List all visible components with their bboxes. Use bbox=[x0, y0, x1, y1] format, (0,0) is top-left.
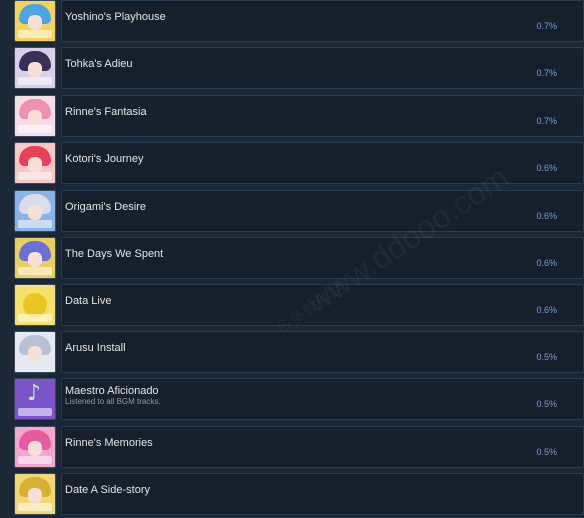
achievement-panel: Date A Side-story bbox=[61, 473, 584, 515]
achievement-row[interactable]: Origami's Desire 0.6% bbox=[14, 190, 584, 232]
rinne-icon bbox=[14, 95, 56, 137]
achievement-name: Rinne's Fantasia bbox=[65, 106, 147, 118]
achievement-row[interactable]: Yoshino's Playhouse 0.7% bbox=[14, 0, 584, 42]
arusu-icon bbox=[14, 331, 56, 373]
music-note-icon: ♪ bbox=[14, 378, 56, 420]
achievement-panel: Rinne's Memories 0.5% bbox=[61, 426, 584, 468]
achievement-panel: Arusu Install 0.5% bbox=[61, 331, 584, 373]
unlock-percent: 0.6% bbox=[536, 258, 557, 268]
achievement-description: Listened to all BGM tracks. bbox=[65, 397, 161, 406]
achievement-name: The Days We Spent bbox=[65, 248, 164, 260]
unlock-percent: 0.5% bbox=[536, 399, 557, 409]
rinne-memories-icon bbox=[14, 426, 56, 468]
achievement-panel: Rinne's Fantasia 0.7% bbox=[61, 95, 584, 137]
achievement-row[interactable]: The Days We Spent 0.6% bbox=[14, 237, 584, 279]
yoshino-icon bbox=[14, 0, 56, 42]
achievement-row[interactable]: Data Live 0.6% bbox=[14, 284, 584, 326]
achievement-row[interactable]: Rinne's Fantasia 0.7% bbox=[14, 95, 584, 137]
unlock-percent: 0.6% bbox=[536, 163, 557, 173]
unlock-percent: 0.6% bbox=[536, 305, 557, 315]
achievement-row[interactable]: Kotori's Journey 0.6% bbox=[14, 142, 584, 184]
tohka-icon bbox=[14, 47, 56, 89]
unlock-percent: 0.7% bbox=[536, 21, 557, 31]
unlock-percent: 0.6% bbox=[536, 211, 557, 221]
achievement-panel: Maestro Aficionado Listened to all BGM t… bbox=[61, 378, 584, 420]
kotori-icon bbox=[14, 142, 56, 184]
achievement-name: Rinne's Memories bbox=[65, 437, 153, 449]
achievement-panel: Kotori's Journey 0.6% bbox=[61, 142, 584, 184]
data-live-icon bbox=[14, 284, 56, 326]
achievement-name: Origami's Desire bbox=[65, 201, 146, 213]
unlock-percent: 0.7% bbox=[536, 116, 557, 126]
achievement-list: Yoshino's Playhouse 0.7% Tohka's Adieu 0… bbox=[0, 0, 584, 518]
unlock-percent: 0.5% bbox=[536, 447, 557, 457]
achievement-row[interactable]: ♪ Maestro Aficionado Listened to all BGM… bbox=[14, 378, 584, 420]
achievement-panel: Yoshino's Playhouse 0.7% bbox=[61, 0, 584, 42]
unlock-percent: 0.5% bbox=[536, 352, 557, 362]
side-story-icon bbox=[14, 473, 56, 515]
achievement-row[interactable]: Rinne's Memories 0.5% bbox=[14, 426, 584, 468]
achievement-row[interactable]: Date A Side-story bbox=[14, 473, 584, 515]
achievement-panel: The Days We Spent 0.6% bbox=[61, 237, 584, 279]
origami-icon bbox=[14, 190, 56, 232]
achievement-name: Tohka's Adieu bbox=[65, 58, 133, 70]
achievement-name: Yoshino's Playhouse bbox=[65, 11, 166, 23]
achievement-name: Kotori's Journey bbox=[65, 153, 144, 165]
achievement-name: Maestro Aficionado bbox=[65, 385, 159, 397]
achievement-row[interactable]: Arusu Install 0.5% bbox=[14, 331, 584, 373]
achievement-panel: Tohka's Adieu 0.7% bbox=[61, 47, 584, 89]
achievement-name: Arusu Install bbox=[65, 342, 126, 354]
unlock-percent: 0.7% bbox=[536, 68, 557, 78]
achievement-panel: Data Live 0.6% bbox=[61, 284, 584, 326]
achievement-row[interactable]: Tohka's Adieu 0.7% bbox=[14, 47, 584, 89]
achievement-name: Data Live bbox=[65, 295, 112, 307]
days-icon bbox=[14, 237, 56, 279]
achievement-name: Date A Side-story bbox=[65, 484, 150, 496]
achievement-panel: Origami's Desire 0.6% bbox=[61, 190, 584, 232]
